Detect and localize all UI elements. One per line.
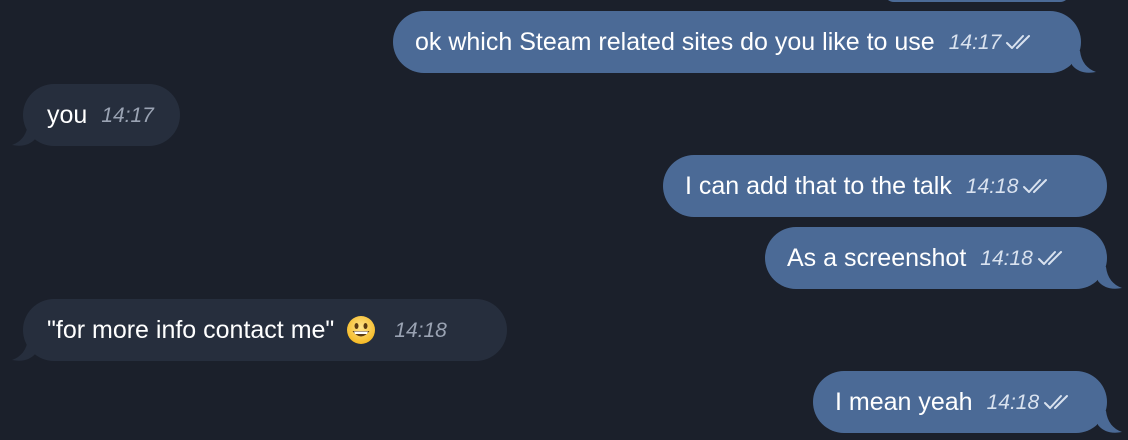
bubble-tail (12, 339, 36, 361)
message-bubble-outgoing[interactable]: I can add that to the talk 14:18 (663, 155, 1107, 217)
bubble-tail (1072, 51, 1096, 73)
message-bubble-incoming[interactable]: you 14:17 (23, 84, 180, 146)
grinning-face-emoji-icon (346, 315, 376, 345)
double-check-icon (1005, 33, 1035, 51)
bubble-tail (12, 124, 36, 146)
message-timestamp: 14:17 (948, 30, 1002, 54)
double-check-icon (1043, 393, 1073, 411)
message-text: I can add that to the talk (685, 171, 952, 200)
bubble-tail (1098, 411, 1122, 433)
bubble-tail (1098, 267, 1122, 289)
message-text: ok which Steam related sites do you like… (415, 27, 935, 56)
message-text: As a screenshot (787, 243, 967, 272)
double-check-icon (1022, 177, 1052, 195)
message-timestamp: 14:18 (394, 318, 447, 342)
message-text: I mean yeah (835, 387, 973, 416)
double-check-icon (1037, 249, 1067, 267)
message-text: "for more info contact me" (47, 315, 335, 344)
message-bubble-outgoing[interactable]: As a screenshot 14:18 (765, 227, 1107, 289)
message-bubble-outgoing[interactable]: I mean yeah 14:18 (813, 371, 1107, 433)
message-timestamp: 14:17 (101, 103, 154, 127)
previous-message-bubble-partial[interactable] (884, 0, 1070, 2)
message-text: you (47, 100, 88, 129)
message-timestamp: 14:18 (980, 246, 1033, 270)
message-timestamp: 14:18 (965, 174, 1019, 198)
message-timestamp: 14:18 (986, 390, 1040, 414)
message-bubble-incoming[interactable]: "for more info contact me" 14:18 (23, 299, 507, 361)
message-bubble-outgoing[interactable]: ok which Steam related sites do you like… (393, 11, 1081, 73)
